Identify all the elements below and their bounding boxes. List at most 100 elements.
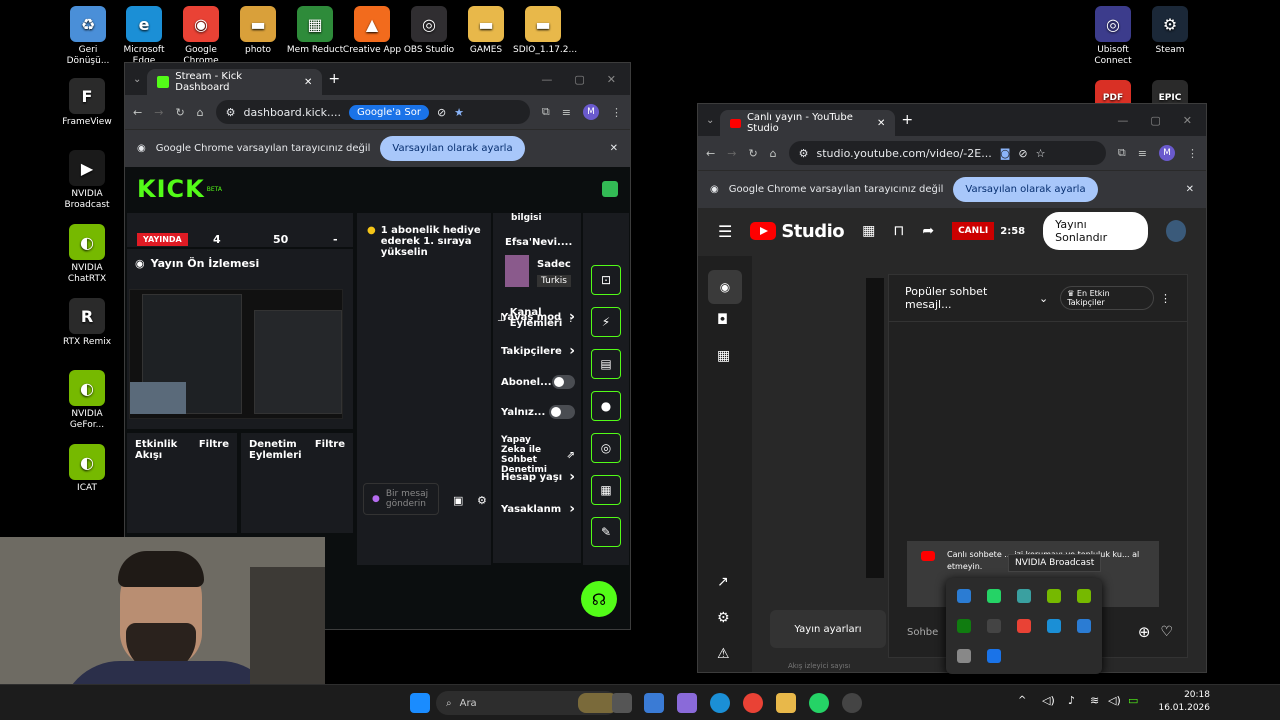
kick-logo[interactable]: KICK [137, 175, 205, 203]
tray-app-icon[interactable] [1047, 589, 1061, 603]
heart-icon[interactable]: ♡ [1160, 624, 1173, 640]
copilot-icon[interactable] [677, 693, 697, 713]
channel-action-item[interactable]: Yalnız... [501, 405, 575, 419]
notes-icon[interactable]: ▤ [591, 349, 621, 379]
media-icon[interactable]: ≡ [562, 106, 571, 119]
mic-icon[interactable]: ● [372, 494, 380, 504]
tray-app-icon[interactable] [1047, 619, 1061, 633]
close-window-icon[interactable]: ✕ [607, 73, 616, 86]
new-tab-icon[interactable]: + [328, 71, 340, 87]
reload-icon[interactable]: ↻ [175, 106, 184, 119]
forward-icon[interactable]: → [727, 147, 736, 160]
extensions-icon[interactable]: ⧉ [1118, 146, 1126, 160]
broadcast-nav-icon[interactable]: ◉ [708, 270, 742, 304]
store-icon[interactable] [644, 693, 664, 713]
home-icon[interactable]: ⌂ [197, 106, 204, 119]
new-tab-icon[interactable]: + [901, 112, 913, 128]
open-external-icon[interactable]: ↗ [717, 574, 729, 590]
channel-action-item[interactable]: Yasaklanm › [501, 501, 575, 517]
user-avatar[interactable] [602, 181, 618, 197]
profile-avatar[interactable]: M [583, 104, 599, 120]
task-view-icon[interactable] [612, 693, 632, 713]
tray-chevron-icon[interactable]: ^ [1018, 695, 1026, 706]
close-infobar-icon[interactable]: ✕ [1186, 184, 1194, 195]
add-icon[interactable]: ⊕ [1138, 623, 1151, 641]
end-stream-button[interactable]: Yayını Sonlandır [1043, 212, 1148, 250]
close-window-icon[interactable]: ✕ [1183, 114, 1192, 127]
close-tab-icon[interactable]: ✕ [877, 118, 885, 129]
site-info-icon[interactable]: ⚙ [799, 147, 809, 160]
share-icon[interactable]: ➦ [922, 223, 934, 239]
chat-input[interactable]: Sohbe [907, 627, 938, 638]
desktop-icon[interactable]: R RTX Remix [57, 298, 117, 348]
address-bar[interactable]: ⚙ studio.youtube.com/video/-2E... ◙ ⊘ ☆ [788, 141, 1106, 165]
edge-taskbar-icon[interactable] [710, 693, 730, 713]
maximize-icon[interactable]: ▢ [574, 73, 584, 86]
chat-mode-select[interactable]: Popüler sohbet mesajl... [905, 285, 1033, 311]
extensions-icon[interactable]: ⧉ [542, 105, 550, 119]
support-button[interactable]: ☊ [581, 581, 617, 617]
tray-app-icon[interactable] [987, 649, 1001, 663]
clock[interactable]: 20:18 16.01.2026 [1150, 689, 1210, 715]
menu-dots-icon[interactable]: ⋮ [611, 106, 622, 119]
obs-taskbar-icon[interactable] [842, 693, 862, 713]
menu-dots-icon[interactable]: ⋮ [1187, 147, 1198, 160]
eye-off-icon[interactable]: ⊘ [437, 106, 446, 119]
chat-more-icon[interactable]: ⋮ [1160, 292, 1171, 305]
desktop-icon[interactable]: ◐ ICAT [57, 444, 117, 494]
back-icon[interactable]: ← [706, 147, 715, 160]
calendar-nav-icon[interactable]: ▦ [717, 348, 730, 364]
clapper-icon[interactable]: ▦ [862, 223, 875, 239]
tray-app-icon[interactable] [957, 649, 971, 663]
desktop-icon[interactable]: ◎ OBS Studio [399, 6, 459, 56]
desktop-icon[interactable]: ⚙ Steam [1140, 6, 1200, 56]
channel-action-item[interactable]: Yavaş mod › [501, 309, 575, 325]
desktop-icon[interactable]: ♻ Geri Dönüşü... [58, 6, 118, 67]
profile-avatar[interactable]: M [1159, 145, 1175, 161]
mic-tray-icon[interactable]: ♪ [1068, 694, 1075, 707]
lightning-icon[interactable]: ⚡ [591, 307, 621, 337]
bookmark-star-icon[interactable]: ☆ [1036, 147, 1046, 160]
ask-google-button[interactable]: Google'a Sor [349, 104, 429, 120]
chat-bubble-icon[interactable]: ● [591, 391, 621, 421]
minimize-icon[interactable]: — [1117, 114, 1128, 127]
reload-icon[interactable]: ↻ [748, 147, 757, 160]
set-default-button[interactable]: Varsayılan olarak ayarla [953, 177, 1098, 202]
eye-off-icon[interactable]: ⊘ [1018, 147, 1027, 160]
wrench-icon[interactable]: ✎ [591, 517, 621, 547]
back-icon[interactable]: ← [133, 106, 142, 119]
settings-nav-icon[interactable]: ⚙ [717, 610, 730, 626]
tray-app-icon[interactable] [957, 589, 971, 603]
layout-icon[interactable]: ▦ [591, 475, 621, 505]
close-tab-icon[interactable]: ✕ [304, 77, 312, 88]
tab-kick-dashboard[interactable]: Stream - Kick Dashboard ✕ [147, 69, 323, 95]
hamburger-menu-icon[interactable]: ☰ [718, 222, 732, 241]
address-bar[interactable]: ⚙ dashboard.kick.... Google'a Sor ⊘ ★ [215, 100, 530, 124]
toggle-switch[interactable] [549, 405, 575, 419]
tray-app-icon[interactable] [987, 619, 1001, 633]
desktop-icon[interactable]: ◉ Google Chrome [171, 6, 231, 67]
minimize-icon[interactable]: — [541, 73, 552, 86]
tab-search-icon[interactable]: ⌄ [133, 74, 141, 85]
forward-icon[interactable]: → [154, 106, 163, 119]
lens-icon[interactable]: ◙ [1000, 147, 1011, 160]
media-icon[interactable]: ≡ [1138, 147, 1147, 160]
tray-app-icon[interactable] [1017, 619, 1031, 633]
toggle-switch[interactable] [551, 375, 575, 389]
set-default-button[interactable]: Varsayılan olarak ayarla [380, 136, 525, 161]
top-fans-chip[interactable]: ♛ En Etkin Takipçiler [1060, 286, 1154, 310]
camera-nav-icon[interactable]: ◘ [717, 312, 728, 328]
desktop-icon[interactable]: ◐ NVIDIA GeFor... [57, 370, 117, 431]
chat-settings-icon[interactable]: ⚙ [477, 494, 487, 507]
feedback-nav-icon[interactable]: ⚠ [717, 646, 730, 662]
battery-icon[interactable]: ▭ [1128, 694, 1138, 707]
channel-action-item[interactable]: Hesap yaşı › [501, 469, 575, 485]
explorer-taskbar-icon[interactable] [776, 693, 796, 713]
taskbar-search[interactable]: ⌕ Ara [436, 691, 618, 715]
desktop-icon[interactable]: F FrameView [57, 78, 117, 128]
channel-action-item[interactable]: Abonel... [501, 375, 575, 389]
maximize-icon[interactable]: ▢ [1150, 114, 1160, 127]
studio-logo[interactable]: Studio [750, 221, 845, 242]
broadcast-icon[interactable]: ◎ [591, 433, 621, 463]
volume-icon[interactable]: ◁) [1108, 694, 1121, 707]
